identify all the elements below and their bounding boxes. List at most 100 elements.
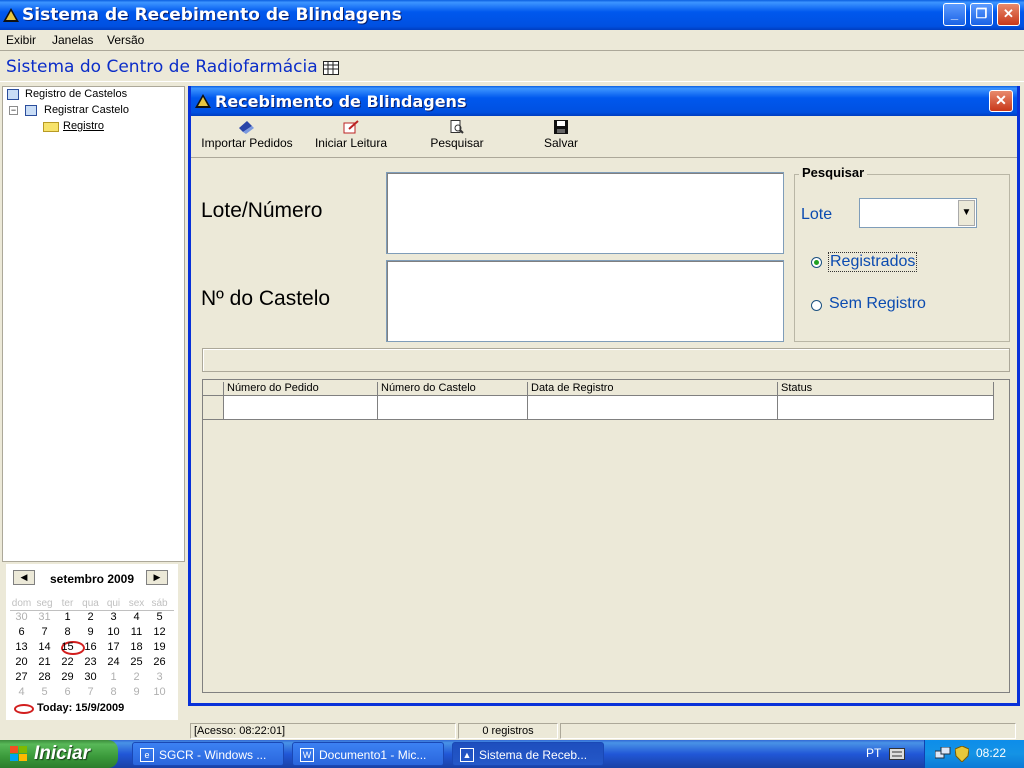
calendar-day[interactable]: 9 bbox=[79, 626, 102, 638]
search-group-title: Pesquisar bbox=[799, 165, 868, 180]
calendar-day[interactable]: 27 bbox=[10, 671, 33, 683]
calendar-day[interactable]: 7 bbox=[33, 626, 56, 638]
grid-header-status[interactable]: Status bbox=[778, 382, 994, 396]
grid-corner bbox=[203, 382, 224, 396]
calendar-day[interactable]: 14 bbox=[33, 641, 56, 653]
registered-radio[interactable] bbox=[811, 257, 822, 268]
clock[interactable]: 08:22 bbox=[976, 746, 1006, 760]
child-title: Recebimento de Blindagens bbox=[215, 92, 467, 111]
calendar: ◀ setembro 2009 ▶ Today: 15/9/2009 dom se… bbox=[6, 564, 178, 720]
child-title-bar: Recebimento de Blindagens ✕ bbox=[191, 86, 1017, 116]
next-month-button[interactable]: ▶ bbox=[146, 570, 168, 585]
toolbar: Importar Pedidos Iniciar Leitura Pesquis… bbox=[191, 116, 1017, 158]
calendar-day[interactable]: 21 bbox=[33, 656, 56, 668]
calendar-day[interactable]: 24 bbox=[102, 656, 125, 668]
minimize-button[interactable]: _ bbox=[943, 3, 966, 26]
calendar-day[interactable]: 16 bbox=[79, 641, 102, 653]
calendar-day[interactable]: 15 bbox=[56, 641, 79, 653]
word-icon: W bbox=[300, 748, 314, 762]
calendar-day[interactable]: 23 bbox=[79, 656, 102, 668]
calendar-day[interactable]: 6 bbox=[10, 626, 33, 638]
calendar-day[interactable]: 4 bbox=[125, 611, 148, 623]
calendar-day[interactable]: 25 bbox=[125, 656, 148, 668]
save-button[interactable]: Salvar bbox=[533, 120, 589, 150]
menu-janelas[interactable]: Janelas bbox=[52, 33, 93, 47]
calendar-day[interactable]: 5 bbox=[33, 686, 56, 698]
child-close-button[interactable]: ✕ bbox=[989, 90, 1013, 112]
calendar-day[interactable]: 10 bbox=[148, 686, 171, 698]
grid-header-castelo[interactable]: Número do Castelo bbox=[378, 382, 528, 396]
search-button[interactable]: Pesquisar bbox=[421, 120, 493, 150]
task-sistema[interactable]: ▲ Sistema de Receb... bbox=[452, 742, 604, 766]
restore-button[interactable]: ❐ bbox=[970, 3, 993, 26]
calendar-day[interactable]: 5 bbox=[148, 611, 171, 623]
lote-select[interactable]: ▼ bbox=[859, 198, 977, 228]
lote-numero-field[interactable] bbox=[386, 172, 784, 254]
calendar-weekday: seg bbox=[36, 598, 53, 609]
calendar-day[interactable]: 8 bbox=[56, 626, 79, 638]
grid-cell[interactable] bbox=[778, 396, 994, 420]
language-indicator[interactable]: PT bbox=[866, 746, 881, 760]
calendar-day[interactable]: 9 bbox=[125, 686, 148, 698]
calendar-day[interactable]: 18 bbox=[125, 641, 148, 653]
keyboard-icon[interactable] bbox=[889, 748, 905, 760]
calendar-day[interactable]: 11 bbox=[125, 626, 148, 638]
calendar-day[interactable]: 31 bbox=[33, 611, 56, 623]
calendar-day[interactable]: 20 bbox=[10, 656, 33, 668]
calendar-day[interactable]: 2 bbox=[79, 611, 102, 623]
start-button[interactable]: Iniciar bbox=[0, 740, 118, 768]
calendar-day[interactable]: 13 bbox=[10, 641, 33, 653]
menu-versao[interactable]: Versão bbox=[107, 33, 144, 47]
calendar-day[interactable]: 10 bbox=[102, 626, 125, 638]
calendar-day[interactable]: 17 bbox=[102, 641, 125, 653]
calendar-day[interactable]: 1 bbox=[102, 671, 125, 683]
calendar-day[interactable]: 12 bbox=[148, 626, 171, 638]
close-button[interactable]: ✕ bbox=[997, 3, 1020, 26]
calendar-day[interactable]: 30 bbox=[79, 671, 102, 683]
calendar-day[interactable]: 3 bbox=[148, 671, 171, 683]
castle-node-icon bbox=[25, 105, 37, 116]
import-orders-button[interactable]: Importar Pedidos bbox=[195, 120, 299, 150]
grid-header-data[interactable]: Data de Registro bbox=[528, 382, 778, 396]
unregistered-label[interactable]: Sem Registro bbox=[829, 295, 926, 313]
calendar-day[interactable]: 2 bbox=[125, 671, 148, 683]
task-documento1[interactable]: W Documento1 - Mic... bbox=[292, 742, 444, 766]
calendar-day[interactable]: 19 bbox=[148, 641, 171, 653]
prev-month-button[interactable]: ◀ bbox=[13, 570, 35, 585]
castelo-field[interactable] bbox=[386, 260, 784, 342]
grid-cell[interactable] bbox=[528, 396, 778, 420]
chevron-down-icon[interactable]: ▼ bbox=[958, 200, 975, 226]
calendar-weekday: ter bbox=[61, 598, 74, 609]
results-grid[interactable]: Número do Pedido Número do Castelo Data … bbox=[202, 379, 1010, 693]
unregistered-radio[interactable] bbox=[811, 300, 822, 311]
tree-item-registrar-castelo[interactable]: Registrar Castelo bbox=[44, 104, 129, 116]
start-reading-button[interactable]: Iniciar Leitura bbox=[309, 120, 393, 150]
tree-item-registro-castelos[interactable]: Registro de Castelos bbox=[25, 88, 127, 100]
lote-numero-label: Lote/Número bbox=[201, 199, 323, 222]
row-selector[interactable] bbox=[203, 396, 224, 420]
security-shield-icon[interactable] bbox=[955, 746, 969, 762]
calendar-day[interactable]: 29 bbox=[56, 671, 79, 683]
task-sgcr[interactable]: e SGCR - Windows ... bbox=[132, 742, 284, 766]
calendar-day[interactable]: 30 bbox=[10, 611, 33, 623]
calendar-day[interactable]: 1 bbox=[56, 611, 79, 623]
grid-cell[interactable] bbox=[224, 396, 378, 420]
calendar-day[interactable]: 26 bbox=[148, 656, 171, 668]
menu-exibir[interactable]: Exibir bbox=[6, 33, 36, 47]
calendar-day[interactable]: 8 bbox=[102, 686, 125, 698]
calendar-day[interactable]: 6 bbox=[56, 686, 79, 698]
write-icon bbox=[343, 120, 359, 134]
calendar-day[interactable]: 3 bbox=[102, 611, 125, 623]
collapse-icon[interactable]: − bbox=[9, 106, 18, 115]
calendar-day[interactable]: 22 bbox=[56, 656, 79, 668]
today-label[interactable]: Today: 15/9/2009 bbox=[37, 702, 124, 714]
grid-header-pedido[interactable]: Número do Pedido bbox=[224, 382, 378, 396]
calendar-day[interactable]: 7 bbox=[79, 686, 102, 698]
calendar-day[interactable]: 28 bbox=[33, 671, 56, 683]
network-icon[interactable] bbox=[935, 747, 951, 761]
tree-item-registro[interactable]: Registro bbox=[63, 120, 104, 132]
status-pane-empty bbox=[560, 723, 1016, 739]
grid-cell[interactable] bbox=[378, 396, 528, 420]
registered-label[interactable]: Registrados bbox=[828, 252, 918, 272]
calendar-day[interactable]: 4 bbox=[10, 686, 33, 698]
